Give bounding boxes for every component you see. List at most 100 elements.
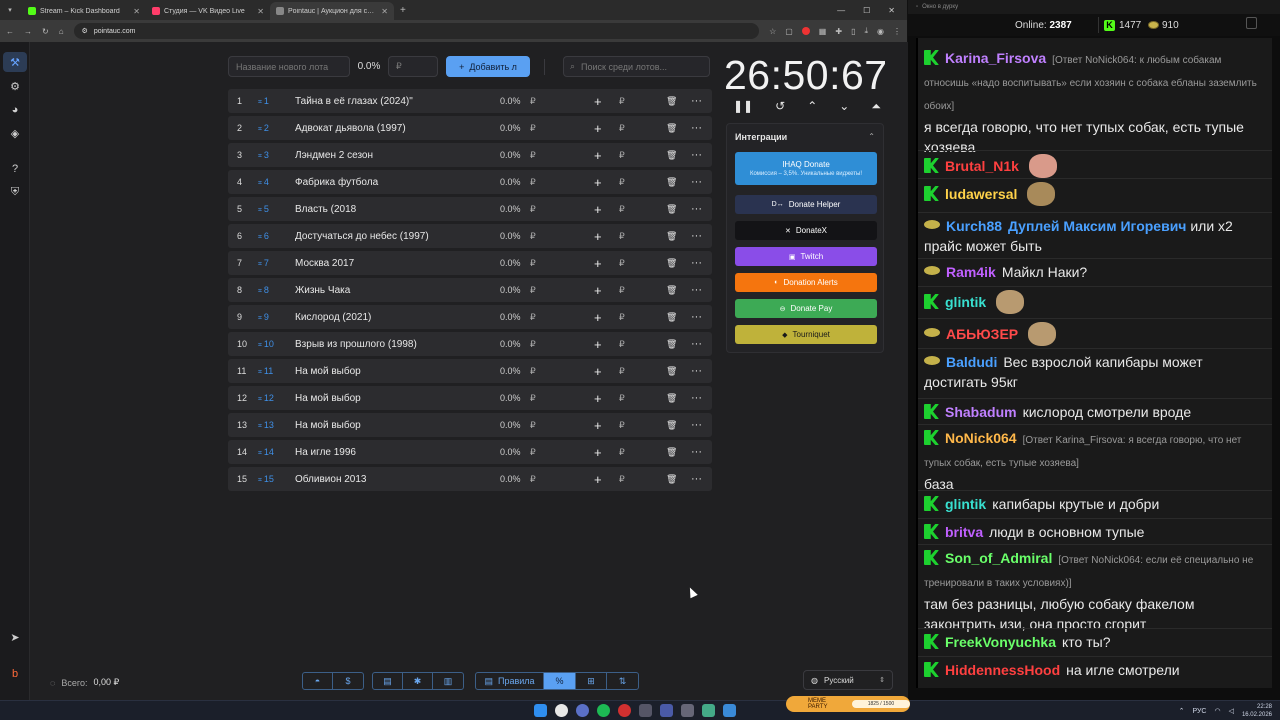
lot-extra-amount-currency[interactable]: ₽ [619, 420, 625, 431]
close-window-icon[interactable]: ✕ [888, 6, 895, 15]
lot-id[interactable]: ⌗ 5 [258, 204, 269, 215]
pause-icon[interactable]: ❚❚ [733, 99, 753, 114]
github-icon[interactable]: ◓ [303, 673, 333, 689]
chrome-icon[interactable] [555, 704, 568, 717]
delete-lot-icon[interactable]: 🗑︎ [666, 96, 677, 107]
lot-id[interactable]: ⌗ 10 [258, 339, 274, 350]
auction-hammer-icon[interactable]: ⚒ [3, 52, 27, 72]
chat-username[interactable]: Karina_Firsova [945, 50, 1046, 66]
chevron-up-icon[interactable]: ⌃ [807, 99, 817, 114]
history-icon[interactable]: ▤ [373, 673, 403, 689]
delete-lot-icon[interactable]: 🗑︎ [666, 366, 677, 377]
home-icon[interactable]: ⌂ [59, 27, 64, 36]
lot-extra-amount-currency[interactable]: ₽ [619, 285, 625, 296]
add-amount-icon[interactable]: + [594, 445, 602, 460]
lot-extra-amount-currency[interactable]: ₽ [619, 312, 625, 323]
lot-amount-currency[interactable]: ₽ [530, 312, 536, 323]
add-amount-icon[interactable]: + [594, 364, 602, 379]
lot-name[interactable]: Взрыв из прошлого (1998) [295, 339, 417, 350]
add-amount-icon[interactable]: + [594, 148, 602, 163]
puzzle-icon[interactable]: ✚ [835, 27, 842, 36]
delete-lot-icon[interactable]: 🗑︎ [666, 393, 677, 404]
lot-name[interactable]: Власть (2018 [295, 204, 356, 215]
twitch-button[interactable]: ▣ Twitch [735, 247, 877, 266]
download-icon[interactable]: ⤓ [864, 26, 868, 36]
bug-icon[interactable]: ✱ [403, 673, 433, 689]
more-options-icon[interactable]: ··· [691, 284, 702, 296]
more-options-icon[interactable]: ··· [691, 230, 702, 242]
lot-amount-currency[interactable]: ₽ [530, 96, 536, 107]
add-amount-icon[interactable]: + [594, 202, 602, 217]
lot-name[interactable]: На мой выбор [295, 366, 361, 377]
help-icon[interactable]: ? [8, 162, 22, 176]
wheel-icon[interactable]: ◕ [8, 103, 22, 117]
new-lot-amount-input[interactable]: ₽ [388, 56, 438, 77]
more-options-icon[interactable]: ··· [691, 122, 702, 134]
settings-gear-icon[interactable]: ⚙ [8, 79, 22, 93]
boosty-icon[interactable]: b [8, 667, 22, 681]
add-amount-icon[interactable]: + [594, 175, 602, 190]
clock[interactable]: 22:28 16.02.2026 [1242, 703, 1272, 719]
percent-toggle[interactable]: % [544, 673, 576, 689]
lot-amount-currency[interactable]: ₽ [530, 393, 536, 404]
lot-extra-amount-currency[interactable]: ₽ [619, 231, 625, 242]
start-icon[interactable] [534, 704, 547, 717]
lot-extra-amount-currency[interactable]: ₽ [619, 258, 625, 269]
bookmark-star-icon[interactable]: ☆ [769, 27, 776, 36]
back-icon[interactable]: ← [6, 27, 14, 36]
lot-extra-amount-currency[interactable]: ₽ [619, 339, 625, 350]
language-select[interactable]: ◍ Русский ⇕ [803, 670, 893, 690]
new-tab-button[interactable]: + [394, 5, 412, 16]
chat-username[interactable]: Shabadum [945, 404, 1017, 420]
donate-pay-button[interactable]: ⊖ Donate Pay [735, 299, 877, 318]
double-up-icon[interactable]: ⏶ [871, 99, 881, 114]
add-amount-icon[interactable]: + [594, 283, 602, 298]
input-language[interactable]: РУС [1192, 708, 1206, 715]
add-lot-button[interactable]: + Добавить л [446, 56, 530, 77]
lot-id[interactable]: ⌗ 11 [258, 366, 273, 377]
add-amount-icon[interactable]: + [594, 310, 602, 325]
chat-username[interactable]: АБЬЮЗЕР [946, 326, 1018, 342]
tab-pointauc[interactable]: Pointauc | Аукцион для стрим… ✕ [270, 2, 394, 20]
lot-amount-currency[interactable]: ₽ [530, 420, 536, 431]
chevron-down-icon[interactable]: ⌄ [839, 99, 849, 114]
more-options-icon[interactable]: ··· [691, 392, 702, 404]
app-icon[interactable] [639, 704, 652, 717]
lot-id[interactable]: ⌗ 1 [258, 96, 269, 107]
lot-name[interactable]: Фабрика футбола [295, 177, 378, 188]
lot-name[interactable]: Кислород (2021) [295, 312, 371, 323]
more-options-icon[interactable]: ··· [691, 446, 702, 458]
lot-amount-currency[interactable]: ₽ [530, 150, 536, 161]
lot-name[interactable]: Адвокат дьявола (1997) [295, 123, 406, 134]
menu-icon[interactable]: ⋮ [893, 27, 901, 36]
more-options-icon[interactable]: ··· [691, 338, 702, 350]
chat-username[interactable]: Ram4ik [946, 264, 996, 280]
more-options-icon[interactable]: ··· [691, 149, 702, 161]
lot-amount-currency[interactable]: ₽ [530, 231, 536, 242]
delete-lot-icon[interactable]: 🗑︎ [666, 258, 677, 269]
lot-amount-currency[interactable]: ₽ [530, 447, 536, 458]
lot-id[interactable]: ⌗ 3 [258, 150, 269, 161]
lot-amount-currency[interactable]: ₽ [530, 177, 536, 188]
delete-lot-icon[interactable]: 🗑︎ [666, 123, 677, 134]
lot-id[interactable]: ⌗ 9 [258, 312, 269, 323]
maximize-icon[interactable]: ☐ [863, 6, 870, 15]
add-amount-icon[interactable]: + [594, 418, 602, 433]
lot-amount-currency[interactable]: ₽ [530, 474, 536, 485]
rules-button[interactable]: ▤ Правила [476, 673, 544, 689]
app-icon[interactable] [660, 704, 673, 717]
volume-icon[interactable]: ◁ [1229, 707, 1234, 715]
wifi-icon[interactable]: ◠ [1214, 707, 1220, 715]
chat-username[interactable]: FreekVonyuchka [945, 634, 1056, 650]
lot-id[interactable]: ⌗ 13 [258, 420, 274, 431]
lot-extra-amount-currency[interactable]: ₽ [619, 123, 625, 134]
tab-search-icon[interactable]: ▾ [4, 4, 16, 16]
lot-name[interactable]: Жизнь Чака [295, 285, 350, 296]
lot-id[interactable]: ⌗ 12 [258, 393, 274, 404]
address-bar[interactable]: ⚙ pointauc.com [73, 23, 760, 39]
donate-dollar-icon[interactable]: $ [333, 673, 363, 689]
chat-username[interactable]: ludawersal [945, 186, 1017, 202]
delete-lot-icon[interactable]: 🗑︎ [666, 285, 677, 296]
chat-username[interactable]: Brutal_N1k [945, 158, 1019, 174]
lot-search-input[interactable]: ⌕ Поиск среди лотов... [563, 56, 710, 77]
